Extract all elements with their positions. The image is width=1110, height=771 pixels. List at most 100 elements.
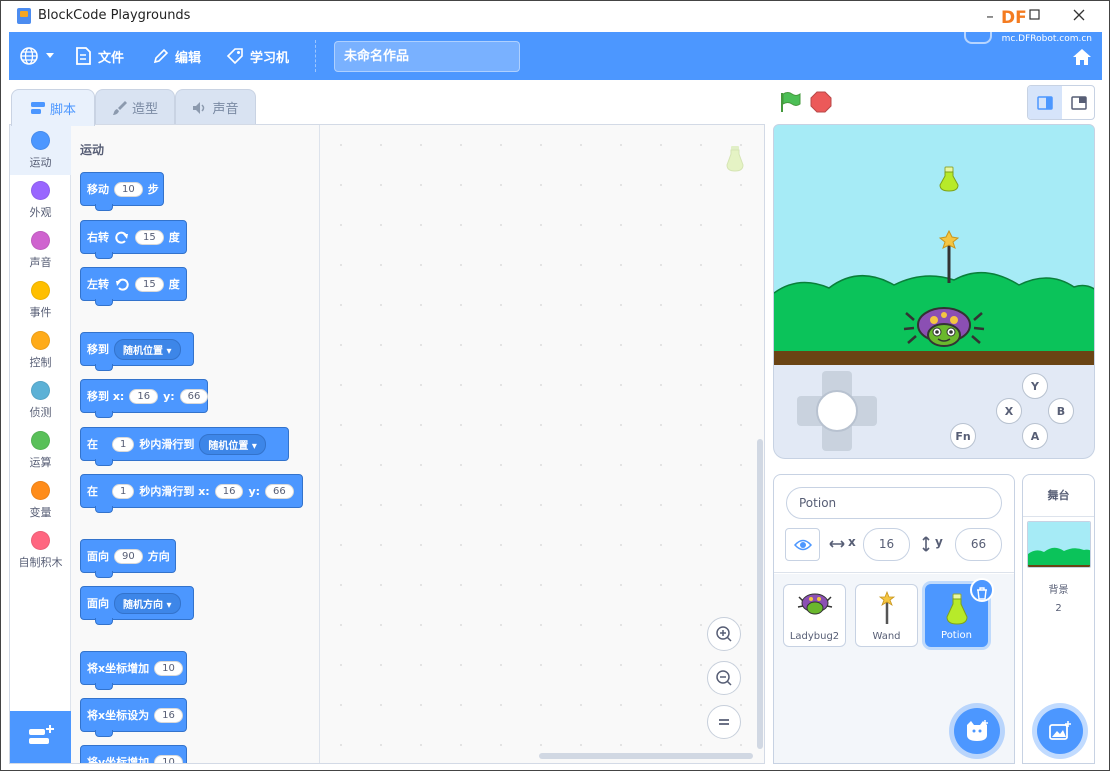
delete-sprite-button[interactable] (970, 578, 994, 602)
globe-icon (20, 47, 38, 65)
category-sensing[interactable]: 侦测 (10, 375, 71, 425)
backdrop-thumb-icon (1028, 522, 1090, 567)
zoom-in-icon (716, 626, 732, 642)
close-button[interactable] (1068, 6, 1090, 26)
show-sprite-button[interactable] (785, 528, 820, 561)
block-change-x[interactable]: 将x坐标增加 10 (80, 651, 187, 690)
category-label: 自制积木 (18, 556, 63, 569)
sprite-tile[interactable]: Wand (855, 584, 918, 647)
add-extension-button[interactable] (10, 711, 71, 763)
block-input[interactable]: 90 (114, 548, 143, 564)
block-text: 方向 (147, 550, 170, 563)
gamepad-button-x[interactable]: X (996, 398, 1022, 424)
zoom-in-button[interactable] (707, 617, 741, 651)
y-coordinate-input[interactable]: 66 (955, 528, 1002, 561)
gamepad-button-y[interactable]: Y (1022, 373, 1048, 399)
block-glide-to[interactable]: 在 1 秒内滑行到 随机位置 ▾ (80, 427, 289, 466)
pencil-icon (153, 48, 169, 63)
sprite-tile[interactable]: Ladybug2 (783, 584, 846, 647)
workspace-horizontal-scrollbar[interactable] (539, 753, 753, 759)
tab-code[interactable]: 脚本 (11, 89, 95, 126)
add-backdrop-button[interactable] (1037, 708, 1083, 754)
category-label: 外观 (29, 206, 52, 219)
ladybug-thumb-icon (797, 593, 832, 615)
joystick-knob[interactable] (816, 390, 858, 432)
block-input[interactable]: 16 (129, 388, 159, 404)
block-set-x[interactable]: 将x坐标设为 16 (80, 698, 187, 737)
backdrop-thumbnail[interactable] (1027, 521, 1091, 568)
category-looks[interactable]: 外观 (10, 175, 71, 225)
virtual-gamepad: Y X B A Fn (773, 365, 1095, 459)
add-sprite-button[interactable] (954, 708, 1000, 754)
minimize-button[interactable]: – (979, 6, 1001, 26)
script-workspace[interactable] (321, 125, 764, 763)
learning-menu[interactable]: 学习机 (226, 32, 289, 80)
block-input[interactable]: 66 (179, 388, 209, 404)
category-control[interactable]: 控制 (10, 325, 71, 375)
gamepad-button-b[interactable]: B (1048, 398, 1074, 424)
file-menu[interactable]: 文件 (75, 32, 124, 80)
category-events[interactable]: 事件 (10, 275, 71, 325)
block-goto[interactable]: 移到 随机位置 ▾ (80, 332, 194, 371)
equals-icon (719, 719, 729, 725)
category-dot-icon (31, 181, 50, 200)
maximize-button[interactable] (1023, 6, 1045, 26)
block-input[interactable]: 15 (135, 229, 164, 245)
app-window: BlockCode Playgrounds DF – 文件 编辑 学习机 未命名… (0, 0, 1110, 771)
tab-costumes[interactable]: 造型 (95, 89, 175, 125)
workspace-vertical-scrollbar[interactable] (757, 439, 763, 749)
block-text: 度 (168, 278, 180, 291)
category-operators[interactable]: 运算 (10, 425, 71, 475)
category-sound[interactable]: 声音 (10, 225, 71, 275)
stage-canvas[interactable] (773, 124, 1095, 366)
gamepad-button-fn[interactable]: Fn (950, 423, 976, 449)
block-text: 秒内滑行到 x: (139, 485, 210, 498)
category-label: 变量 (29, 506, 52, 519)
block-input[interactable]: 15 (135, 276, 164, 292)
block-turn-left[interactable]: 左转 15 度 (80, 267, 187, 306)
block-input[interactable]: 10 (154, 754, 183, 763)
x-coordinate-input[interactable]: 16 (863, 528, 910, 561)
category-motion[interactable]: 运动 (10, 125, 71, 175)
category-my-blocks[interactable]: 自制积木 (10, 525, 71, 575)
edit-menu[interactable]: 编辑 (152, 32, 201, 80)
tab-code-label: 脚本 (49, 102, 76, 118)
category-variables[interactable]: 变量 (10, 475, 71, 525)
block-input[interactable]: 16 (214, 483, 244, 499)
sprite-tile-selected[interactable]: Potion (925, 578, 994, 647)
block-input[interactable]: 16 (154, 707, 183, 723)
green-flag-button[interactable] (779, 91, 801, 117)
cat-add-icon (967, 720, 988, 741)
tab-sounds[interactable]: 声音 (175, 89, 256, 125)
block-input[interactable]: 10 (154, 660, 183, 676)
block-glide-xy[interactable]: 在 1 秒内滑行到 x: 16 y: 66 (80, 474, 303, 513)
block-point-direction[interactable]: 面向 90 方向 (80, 539, 176, 578)
block-dropdown[interactable]: 随机位置 ▾ (114, 338, 181, 360)
small-stage-button[interactable] (1028, 86, 1062, 119)
language-menu[interactable] (19, 32, 61, 80)
block-input[interactable]: 66 (265, 483, 294, 499)
title-bar: BlockCode Playgrounds DF – (1, 1, 1109, 32)
block-dropdown[interactable]: 随机方向 ▾ (114, 592, 181, 614)
zoom-reset-button[interactable] (707, 705, 741, 739)
block-input[interactable]: 1 (112, 436, 135, 452)
project-title-input[interactable]: 未命名作品 (334, 41, 520, 72)
zoom-out-icon (716, 670, 732, 686)
home-icon (1073, 49, 1091, 65)
menu-bar: 文件 编辑 学习机 未命名作品 mc.DFRobot.com.cn (9, 32, 1102, 80)
home-button[interactable] (1072, 48, 1092, 70)
sprite-name-input[interactable]: Potion (786, 487, 1002, 519)
block-point-towards[interactable]: 面向 随机方向 ▾ (80, 586, 194, 625)
block-goto-xy[interactable]: 移到 x: 16 y: 66 (80, 379, 209, 418)
gamepad-button-a[interactable]: A (1022, 423, 1048, 449)
block-input[interactable]: 10 (114, 181, 143, 197)
block-input[interactable]: 1 (112, 483, 135, 499)
block-move-steps[interactable]: 移动 10 步 (80, 172, 164, 211)
stop-button[interactable] (810, 91, 832, 117)
block-change-y[interactable]: 将y坐标增加 10 (80, 745, 187, 763)
block-turn-right[interactable]: 右转 15 度 (80, 220, 187, 259)
large-stage-button[interactable] (1062, 86, 1094, 119)
small-stage-icon (1037, 95, 1053, 110)
block-dropdown[interactable]: 随机位置 ▾ (199, 433, 266, 455)
zoom-out-button[interactable] (707, 661, 741, 695)
